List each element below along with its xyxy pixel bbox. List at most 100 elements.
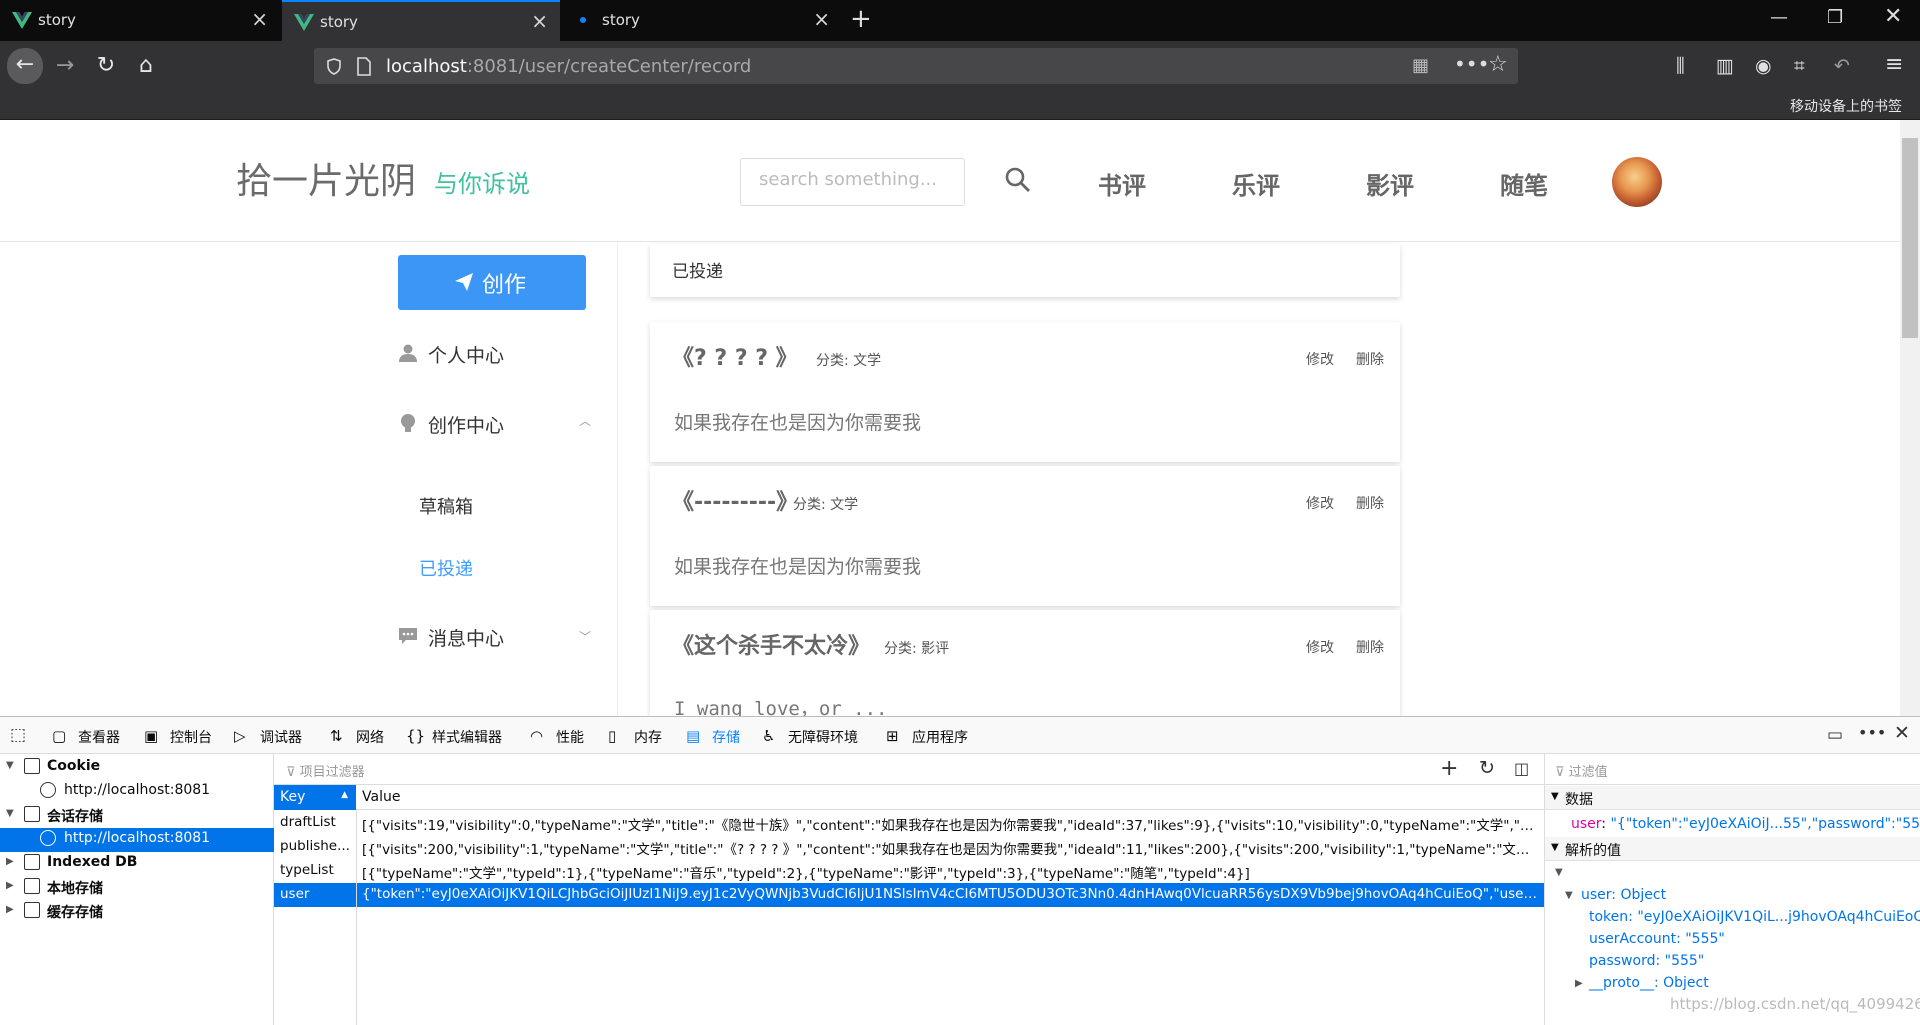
- forward-icon[interactable]: →: [48, 49, 82, 83]
- responsive-mode-icon[interactable]: ▭: [1827, 725, 1843, 745]
- refresh-icon[interactable]: ↻: [1479, 757, 1495, 779]
- column-value[interactable]: Value: [362, 789, 400, 805]
- avatar[interactable]: [1612, 157, 1662, 207]
- tab-2[interactable]: story ×: [282, 0, 560, 41]
- close-devtools-icon[interactable]: ✕: [1894, 722, 1910, 744]
- new-tab-icon[interactable]: +: [850, 4, 872, 34]
- edit-button[interactable]: 修改: [1306, 493, 1334, 513]
- tree-cookie[interactable]: ▼ Cookie: [0, 756, 274, 780]
- collapse-arrow-icon[interactable]: ▶: [1575, 978, 1583, 989]
- sidebar-subitem-submitted[interactable]: 已投递: [419, 555, 473, 581]
- close-tab-icon[interactable]: ×: [813, 7, 830, 31]
- expand-arrow-icon[interactable]: ▼: [1565, 890, 1573, 901]
- url-bar[interactable]: localhost:8081/user/createCenter/record …: [314, 48, 1518, 84]
- table-row[interactable]: draftList [{"visits":19,"visibility":0,"t…: [274, 811, 1544, 835]
- toggle-sidebar-icon[interactable]: ◫: [1514, 759, 1529, 778]
- mobile-bookmarks[interactable]: 移动设备上的书签: [1790, 96, 1902, 116]
- collapse-arrow-icon[interactable]: ▶: [6, 856, 14, 867]
- sidebar-subitem-drafts[interactable]: 草稿箱: [419, 493, 473, 519]
- screenshot-icon[interactable]: ⌗: [1794, 55, 1805, 77]
- edit-button[interactable]: 修改: [1306, 349, 1334, 369]
- account-icon[interactable]: ◉: [1755, 55, 1772, 77]
- post-title[interactable]: 《? ? ? ? 》: [672, 340, 798, 372]
- delete-button[interactable]: 删除: [1356, 493, 1384, 513]
- library-icon[interactable]: ⫼: [1676, 55, 1685, 77]
- nav-book-review[interactable]: 书评: [1098, 166, 1146, 201]
- restore-icon[interactable]: ❐: [1827, 7, 1843, 28]
- tree-session-storage[interactable]: ▼ 会话存储: [0, 804, 274, 828]
- home-icon[interactable]: ⌂: [129, 49, 163, 83]
- edit-button[interactable]: 修改: [1306, 637, 1334, 657]
- table-row[interactable]: user {"token":"eyJ0eXAiOiJKV1QiLCJhbGciOi…: [274, 883, 1544, 907]
- value-filter[interactable]: ⊽ 过滤值: [1545, 754, 1920, 785]
- post-title[interactable]: 《这个杀手不太冷》: [672, 628, 870, 660]
- back-icon[interactable]: ←: [7, 48, 43, 84]
- collapse-arrow-icon[interactable]: ▶: [6, 904, 14, 915]
- chevron-up-icon[interactable]: ︿: [579, 412, 591, 429]
- column-divider: [356, 810, 357, 1025]
- delete-button[interactable]: 删除: [1356, 637, 1384, 657]
- table-row[interactable]: publishe... [{"visits":200,"visibility":1…: [274, 835, 1544, 859]
- element-picker-icon[interactable]: ⬚: [10, 725, 26, 745]
- url-text[interactable]: localhost:8081/user/createCenter/record: [386, 56, 751, 77]
- parsed-section-header[interactable]: ▼ 解析的值: [1545, 837, 1920, 861]
- more-icon[interactable]: •••: [1454, 52, 1489, 76]
- parsed-object: user: Object: [1581, 887, 1667, 903]
- tab-label: 控制台: [170, 730, 212, 746]
- debugger-icon: ▷: [234, 727, 246, 745]
- nav-essay[interactable]: 随笔: [1500, 166, 1548, 201]
- collapse-arrow-icon[interactable]: ▶: [6, 880, 14, 891]
- column-key[interactable]: Key ▲: [274, 785, 356, 810]
- paper-plane-icon: [455, 273, 473, 291]
- tree-cache-storage[interactable]: ▶ 缓存存储: [0, 900, 274, 924]
- undo-icon[interactable]: ↶: [1834, 55, 1850, 77]
- accessibility-icon: ♿: [762, 727, 776, 745]
- add-item-icon[interactable]: +: [1440, 756, 1458, 781]
- post-card[interactable]: 《---------》 分类: 文学 修改 删除 如果我存在也是因为你需要我: [650, 466, 1400, 606]
- row-key: typeList: [280, 862, 334, 878]
- page-scrollbar-thumb[interactable]: [1902, 138, 1918, 338]
- close-tab-icon[interactable]: ×: [251, 7, 268, 31]
- items-filter[interactable]: ⊽ 项目过滤器 + ↻ ◫: [274, 754, 1544, 785]
- more-icon[interactable]: •••: [1858, 723, 1886, 742]
- chevron-down-icon[interactable]: ﹀: [579, 628, 591, 645]
- tree-local-storage[interactable]: ▶ 本地存储: [0, 876, 274, 900]
- filter-placeholder: ⊽ 过滤值: [1555, 761, 1608, 780]
- create-button-label: 创作: [482, 273, 527, 298]
- tab-3[interactable]: story ×: [562, 0, 842, 41]
- post-title[interactable]: 《---------》: [672, 484, 798, 516]
- delete-button[interactable]: 删除: [1356, 349, 1384, 369]
- tree-indexeddb[interactable]: ▶ Indexed DB: [0, 852, 274, 876]
- storage-icon: [24, 854, 40, 870]
- expand-arrow-icon[interactable]: ▼: [6, 808, 14, 819]
- sidebar-icon[interactable]: ▥: [1716, 55, 1734, 77]
- menu-icon[interactable]: ≡: [1885, 52, 1903, 77]
- close-window-icon[interactable]: ✕: [1884, 4, 1902, 29]
- post-card[interactable]: 《? ? ? ? 》 分类: 文学 修改 删除 如果我存在也是因为你需要我: [650, 322, 1400, 462]
- table-row[interactable]: typeList [{"typeName":"文学","typeId":1},{"…: [274, 859, 1544, 883]
- nav-film-review[interactable]: 影评: [1366, 166, 1414, 201]
- reload-icon[interactable]: ↻: [89, 49, 123, 83]
- create-button[interactable]: 创作: [398, 255, 586, 310]
- search-input[interactable]: search something...: [740, 158, 965, 206]
- minimize-icon[interactable]: —: [1770, 7, 1788, 28]
- tree-session-host[interactable]: http://localhost:8081: [0, 828, 274, 852]
- post-card[interactable]: 《这个杀手不太冷》 分类: 影评 修改 删除 I wang love，or ..…: [650, 610, 1400, 716]
- search-icon[interactable]: [1004, 166, 1032, 194]
- qrcode-icon[interactable]: ▦: [1412, 55, 1429, 76]
- tab-label: 调试器: [260, 730, 302, 746]
- expand-arrow-icon[interactable]: ▼: [6, 760, 14, 771]
- storage-icon: [24, 902, 40, 918]
- shield-icon[interactable]: [326, 58, 342, 75]
- data-section-header[interactable]: ▼ 数据: [1545, 786, 1920, 810]
- site-logo[interactable]: 拾一片光阴: [236, 152, 416, 204]
- tab-1[interactable]: story ×: [0, 0, 280, 41]
- filter-icon: ⊽: [1555, 765, 1569, 780]
- tree-cookie-host[interactable]: http://localhost:8081: [0, 780, 274, 804]
- expand-arrow-icon[interactable]: ▼: [1555, 867, 1563, 878]
- storage-icon: [24, 878, 40, 894]
- bookmark-star-icon[interactable]: ☆: [1488, 52, 1508, 77]
- tree-label: http://localhost:8081: [64, 782, 211, 798]
- close-tab-icon[interactable]: ×: [531, 9, 548, 33]
- nav-music-review[interactable]: 乐评: [1232, 166, 1280, 201]
